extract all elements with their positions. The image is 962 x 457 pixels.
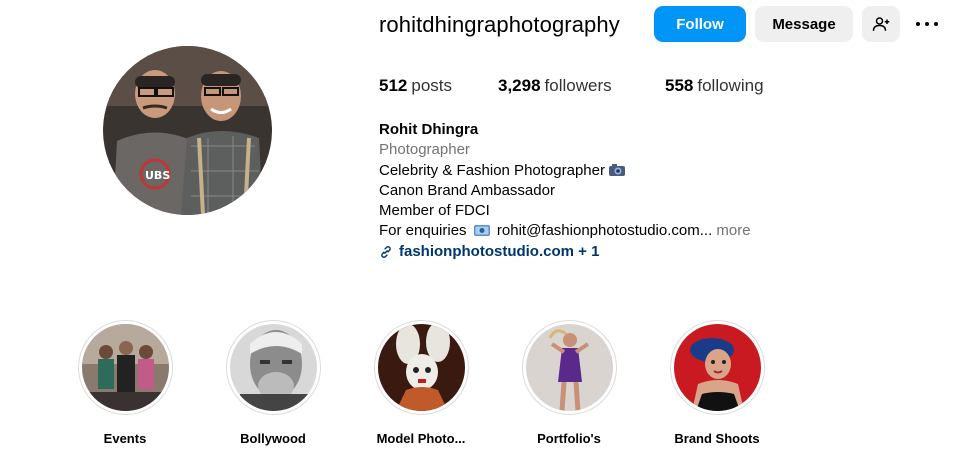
highlight-cover [77, 320, 173, 415]
following-label: following [697, 76, 764, 95]
bio-line-4: For enquiries rohit@fashionphotostudio.c… [379, 221, 751, 241]
highlight-portfolio[interactable]: Portfolio's [509, 320, 629, 446]
highlight-model-photo[interactable]: Model Photo... [361, 320, 481, 446]
link-icon [381, 245, 391, 258]
highlight-bollywood[interactable]: Bollywood [213, 320, 333, 446]
bio-line-3: Member of FDCI [379, 202, 490, 220]
posts-label: posts [411, 76, 453, 95]
followers-label: followers [544, 76, 612, 95]
story-highlights: Events Bollywood Model Photo... Portfoli… [0, 320, 962, 457]
highlight-label: Model Photo... [376, 431, 466, 446]
profile-avatar[interactable]: UBS [103, 46, 272, 215]
bio-line-1: Celebrity & Fashion Photographer [379, 161, 751, 181]
highlight-cover [669, 320, 765, 415]
svg-text:UBS: UBS [145, 169, 170, 182]
profile-username: rohitdhingraphotography [379, 12, 620, 37]
highlight-cover [373, 320, 469, 415]
follow-button[interactable]: Follow [654, 6, 746, 42]
following-stat[interactable]: 558 following [665, 76, 764, 96]
profile-bio: Rohit Dhingra Photographer Celebrity & F… [379, 120, 751, 262]
highlight-label: Brand Shoots [674, 431, 760, 446]
profile-photo: UBS [103, 46, 272, 215]
highlight-brand-shoots-image [673, 324, 761, 411]
enquiries-label: For enquiries [379, 222, 467, 240]
external-link[interactable]: fashionphotostudio.com + 1 [379, 242, 751, 262]
highlight-portfolio-image [525, 324, 613, 411]
bio-line-1-text: Celebrity & Fashion Photographer [379, 161, 605, 179]
category-label: Photographer [379, 141, 470, 159]
camera-flash-emoji-icon [473, 225, 490, 237]
bio-more-link[interactable]: more [716, 222, 750, 239]
highlight-events-image [81, 324, 169, 411]
highlight-model-photo-image [377, 324, 465, 411]
suggested-accounts-button[interactable] [862, 6, 900, 42]
more-options-icon[interactable] [912, 12, 942, 36]
highlight-label: Events [103, 431, 147, 446]
followers-count: 3,298 [498, 76, 541, 95]
message-button[interactable]: Message [755, 6, 853, 42]
highlight-label: Portfolio's [537, 431, 601, 446]
highlight-events[interactable]: Events [65, 320, 185, 446]
following-count: 558 [665, 76, 694, 95]
followers-stat[interactable]: 3,298 followers [498, 76, 612, 96]
highlight-brand-shoots[interactable]: Brand Shoots [657, 320, 777, 446]
highlight-cover [225, 320, 321, 415]
enquiries-email: rohit@fashionphotostudio.com... [496, 222, 713, 240]
highlight-bollywood-image [229, 324, 317, 411]
add-user-icon [872, 17, 890, 31]
camera-emoji-icon [609, 163, 626, 176]
full-name: Rohit Dhingra [379, 121, 479, 138]
posts-count: 512 [379, 76, 408, 95]
external-link-text: fashionphotostudio.com + 1 [399, 242, 600, 260]
highlight-cover [521, 320, 617, 415]
highlight-label: Bollywood [240, 431, 306, 446]
bio-line-2: Canon Brand Ambassador [379, 181, 555, 199]
posts-stat: 512 posts [379, 76, 452, 96]
